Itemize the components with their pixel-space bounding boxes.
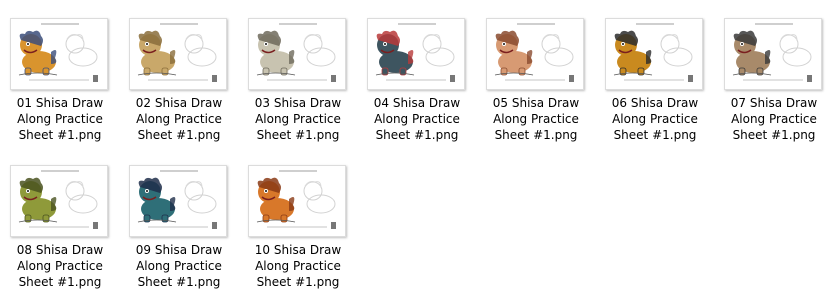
file-thumbnail[interactable] — [10, 18, 108, 90]
file-name-label: 03 Shisa Draw Along Practice Sheet #1.pn… — [254, 96, 342, 142]
shisa-illustration — [375, 30, 415, 76]
file-thumbnail[interactable] — [367, 18, 465, 90]
sheet-title-line — [755, 23, 793, 25]
sheet-title-line — [160, 170, 198, 172]
line-art-sketch — [65, 34, 98, 67]
file-item[interactable]: 08 Shisa Draw Along Practice Sheet #1.pn… — [2, 165, 118, 293]
sheet-footer-line — [505, 79, 565, 81]
shisa-illustration — [18, 177, 58, 223]
sheet-footer-line — [743, 79, 803, 81]
artist-mark — [450, 75, 455, 82]
artist-mark — [212, 222, 217, 229]
file-name-label: 10 Shisa Draw Along Practice Sheet #1.pn… — [254, 243, 342, 289]
file-name-label: 09 Shisa Draw Along Practice Sheet #1.pn… — [135, 243, 223, 289]
file-item[interactable]: 05 Shisa Draw Along Practice Sheet #1.pn… — [478, 18, 594, 146]
sheet-title-line — [398, 23, 436, 25]
sheet-footer-line — [386, 79, 446, 81]
file-name-label: 07 Shisa Draw Along Practice Sheet #1.pn… — [730, 96, 818, 142]
sheet-title-line — [160, 23, 198, 25]
line-art-sketch — [660, 34, 693, 67]
file-name-label: 06 Shisa Draw Along Practice Sheet #1.pn… — [611, 96, 699, 142]
line-art-sketch — [184, 34, 217, 67]
sheet-footer-line — [624, 79, 684, 81]
artist-mark — [93, 222, 98, 229]
file-name-label: 05 Shisa Draw Along Practice Sheet #1.pn… — [492, 96, 580, 142]
line-art-sketch — [303, 34, 336, 67]
sheet-title-line — [279, 170, 317, 172]
sheet-title-line — [636, 23, 674, 25]
shisa-illustration — [494, 30, 534, 76]
file-item[interactable]: 02 Shisa Draw Along Practice Sheet #1.pn… — [121, 18, 237, 146]
file-thumbnail[interactable] — [724, 18, 822, 90]
line-art-sketch — [422, 34, 455, 67]
sheet-title-line — [41, 23, 79, 25]
file-item[interactable]: 04 Shisa Draw Along Practice Sheet #1.pn… — [359, 18, 475, 146]
sheet-footer-line — [29, 79, 89, 81]
file-thumbnail[interactable] — [129, 165, 227, 237]
shisa-illustration — [256, 30, 296, 76]
line-art-sketch — [65, 181, 98, 214]
file-grid: 01 Shisa Draw Along Practice Sheet #1.pn… — [0, 0, 832, 296]
file-item[interactable]: 06 Shisa Draw Along Practice Sheet #1.pn… — [597, 18, 713, 146]
artist-mark — [212, 75, 217, 82]
line-art-sketch — [303, 181, 336, 214]
line-art-sketch — [779, 34, 812, 67]
line-art-sketch — [541, 34, 574, 67]
sheet-title-line — [517, 23, 555, 25]
file-name-label: 02 Shisa Draw Along Practice Sheet #1.pn… — [135, 96, 223, 142]
artist-mark — [331, 222, 336, 229]
file-name-label: 01 Shisa Draw Along Practice Sheet #1.pn… — [16, 96, 104, 142]
artist-mark — [688, 75, 693, 82]
file-thumbnail[interactable] — [605, 18, 703, 90]
file-thumbnail[interactable] — [10, 165, 108, 237]
line-art-sketch — [184, 181, 217, 214]
file-item[interactable]: 01 Shisa Draw Along Practice Sheet #1.pn… — [2, 18, 118, 146]
file-name-label: 08 Shisa Draw Along Practice Sheet #1.pn… — [16, 243, 104, 289]
shisa-illustration — [613, 30, 653, 76]
file-thumbnail[interactable] — [486, 18, 584, 90]
file-item[interactable]: 07 Shisa Draw Along Practice Sheet #1.pn… — [716, 18, 832, 146]
file-thumbnail[interactable] — [248, 165, 346, 237]
sheet-footer-line — [29, 226, 89, 228]
artist-mark — [807, 75, 812, 82]
shisa-illustration — [18, 30, 58, 76]
file-thumbnail[interactable] — [129, 18, 227, 90]
artist-mark — [93, 75, 98, 82]
file-item[interactable]: 09 Shisa Draw Along Practice Sheet #1.pn… — [121, 165, 237, 293]
sheet-footer-line — [267, 79, 327, 81]
artist-mark — [331, 75, 336, 82]
sheet-footer-line — [148, 79, 208, 81]
shisa-illustration — [137, 177, 177, 223]
sheet-footer-line — [267, 226, 327, 228]
sheet-footer-line — [148, 226, 208, 228]
file-thumbnail[interactable] — [248, 18, 346, 90]
sheet-title-line — [279, 23, 317, 25]
sheet-title-line — [41, 170, 79, 172]
shisa-illustration — [137, 30, 177, 76]
artist-mark — [569, 75, 574, 82]
shisa-illustration — [256, 177, 296, 223]
file-name-label: 04 Shisa Draw Along Practice Sheet #1.pn… — [373, 96, 461, 142]
shisa-illustration — [732, 30, 772, 76]
file-item[interactable]: 10 Shisa Draw Along Practice Sheet #1.pn… — [240, 165, 356, 293]
file-item[interactable]: 03 Shisa Draw Along Practice Sheet #1.pn… — [240, 18, 356, 146]
